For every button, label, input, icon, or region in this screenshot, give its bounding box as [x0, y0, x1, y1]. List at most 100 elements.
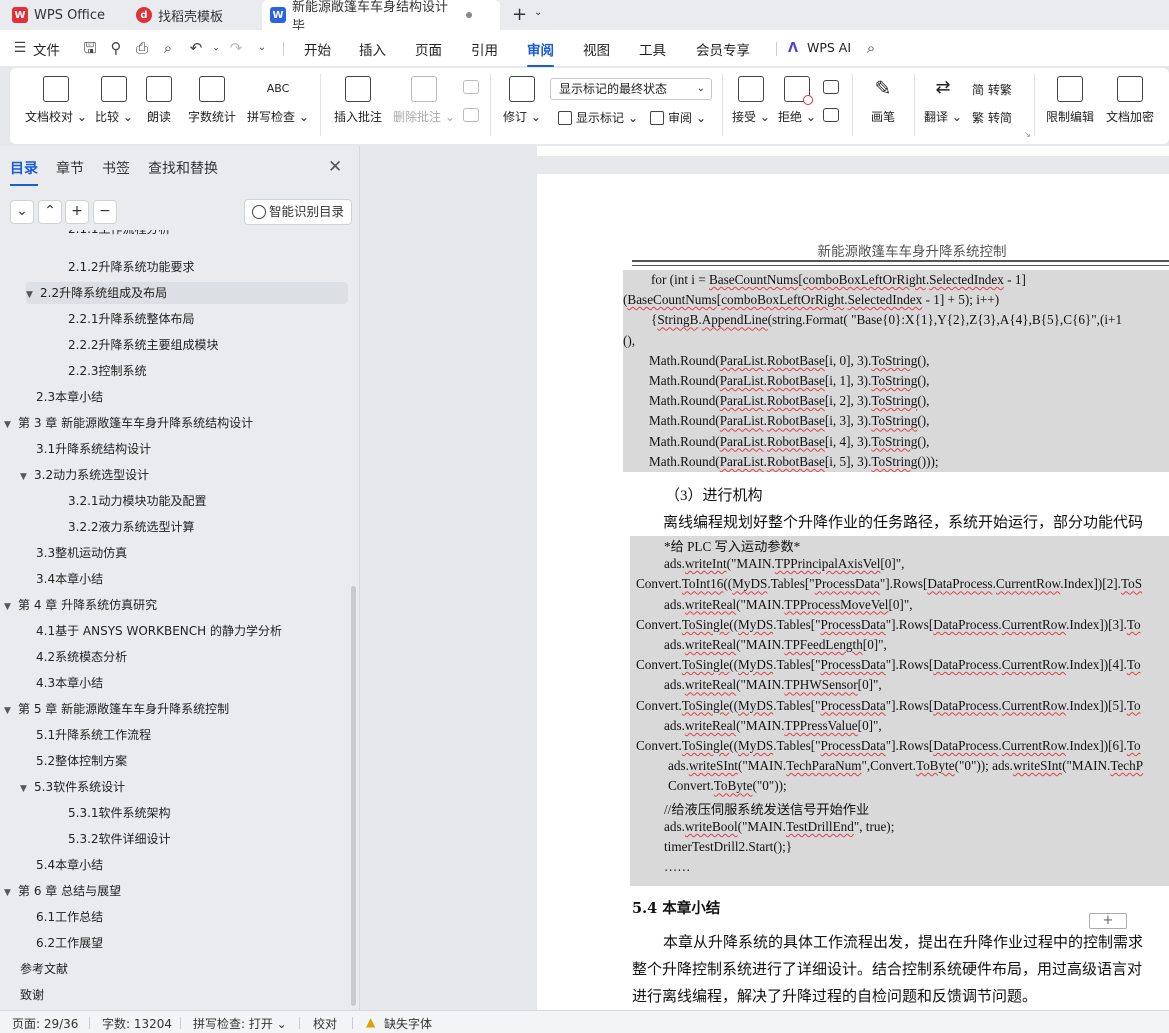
expand-arrow-icon[interactable]: ▼ — [20, 778, 34, 800]
toc-item[interactable]: 5.3.1软件系统架构 — [68, 802, 171, 824]
delete-comment-button[interactable]: 删除批注 ⌄ — [392, 76, 456, 125]
tab-template[interactable]: d 找稻壳模板 — [128, 0, 252, 30]
toc-item[interactable]: 3.3整机运动仿真 — [36, 542, 127, 564]
search-icon[interactable]: ⌕ — [861, 38, 881, 58]
code-block-1[interactable]: for (int i = BaseCountNums[comboBoxLeftO… — [623, 270, 1169, 472]
spellcheck-button[interactable]: ABC 拼写检查 ⌄ — [246, 76, 310, 125]
toc-item[interactable]: ▼ 第 4 章 升降系统仿真研究 — [4, 594, 157, 616]
accept-button[interactable]: 接受 ⌄ — [732, 76, 770, 125]
menu-tab-tools[interactable]: 工具 — [639, 39, 666, 59]
toc-item[interactable]: 3.4本章小结 — [36, 568, 103, 590]
reject-button[interactable]: 拒绝 ⌄ — [778, 76, 816, 125]
toc-item[interactable]: 3.2.2液力系统选型计算 — [68, 516, 195, 538]
smart-toc-button[interactable]: 智能识别目录 — [244, 199, 353, 225]
tab-list-chevron-icon[interactable]: ⌄ — [534, 7, 542, 18]
expand-arrow-icon[interactable]: ▼ — [4, 882, 18, 904]
tab-chapters[interactable]: 章节 — [56, 158, 84, 178]
save-icon[interactable]: 🖫 — [80, 38, 100, 58]
toc-item[interactable]: 2.2.1升降系统整体布局 — [68, 308, 195, 330]
wps-ai-button[interactable]: WPS AI — [807, 40, 851, 55]
read-aloud-button[interactable]: 朗读 — [144, 76, 174, 125]
prev-comment-button[interactable] — [462, 80, 480, 100]
pen-button[interactable]: ✎ 画笔 — [866, 76, 900, 125]
expand-arrow-icon[interactable]: ▼ — [4, 596, 18, 618]
code-block-2[interactable]: *给 PLC 写入运动参数* ads.writeInt("MAIN.TPPrinc… — [630, 536, 1169, 886]
print-icon[interactable]: ⎙ — [132, 38, 152, 58]
expand-all-button[interactable]: ⌄ — [10, 200, 34, 224]
add-row-icon[interactable]: + — [1089, 913, 1127, 929]
word-count-status[interactable]: 字数: 13204 — [102, 1015, 172, 1032]
tab-wps-office[interactable]: W WPS Office — [4, 0, 120, 30]
toc-item[interactable]: ▼ 2.2升降系统组成及布局 — [26, 282, 348, 304]
compare-button[interactable]: 比较 ⌄ — [94, 76, 134, 125]
prev-change-button[interactable] — [822, 80, 840, 100]
menu-tab-page[interactable]: 页面 — [415, 39, 442, 59]
toc-item[interactable]: 2.1.1工作流程分析 — [68, 230, 171, 240]
missing-font-status[interactable]: 缺失字体 — [384, 1015, 432, 1032]
proof-status[interactable]: 校对 — [313, 1015, 337, 1032]
remove-heading-button[interactable]: − — [93, 200, 117, 224]
toc-item[interactable]: 6.1工作总结 — [36, 906, 103, 928]
toc-item[interactable]: ▼ 3.2动力系统选型设计 — [20, 464, 149, 486]
toc-item[interactable]: 5.3.2软件详细设计 — [68, 828, 171, 850]
file-menu[interactable]: 文件 — [33, 39, 60, 59]
to-simplified-button[interactable]: 繁 转简 — [972, 109, 1012, 126]
show-markup-button[interactable]: 显示标记 ⌄ — [558, 109, 638, 126]
toc-item[interactable]: 3.2.1动力模块功能及配置 — [68, 490, 207, 512]
tab-bookmarks[interactable]: 书签 — [102, 158, 130, 178]
add-heading-button[interactable]: + — [65, 200, 89, 224]
toc-item[interactable]: 6.2工作展望 — [36, 932, 103, 954]
share-icon[interactable]: ⚲ — [106, 38, 126, 58]
tab-find-replace[interactable]: 查找和替换 — [148, 158, 218, 178]
expand-arrow-icon[interactable]: ▼ — [26, 284, 40, 306]
toc-item[interactable]: 5.1升降系统工作流程 — [36, 724, 151, 746]
to-traditional-button[interactable]: 简 转繁 — [972, 81, 1012, 98]
toc-item[interactable]: 4.1基于 ANSYS WORKBENCH 的静力学分析 — [36, 620, 282, 642]
toc-item[interactable]: 2.3本章小结 — [36, 386, 103, 408]
review-pane-button[interactable]: 审阅 ⌄ — [650, 109, 706, 126]
toc-item[interactable]: ▼ 第 3 章 新能源敞篷车车身升降系统结构设计 — [4, 412, 253, 434]
expand-arrow-icon[interactable]: ▼ — [20, 466, 34, 488]
toc-item[interactable]: 2.2.3控制系统 — [68, 360, 147, 382]
undo-dropdown-icon[interactable]: ⌄ — [206, 38, 226, 58]
redo-icon[interactable]: ↷ — [226, 38, 246, 58]
toc-item[interactable]: 4.2系统模态分析 — [36, 646, 127, 668]
new-tab-icon[interactable]: + — [512, 4, 527, 25]
word-count-button[interactable]: 字数统计 — [186, 76, 238, 125]
menu-tab-member[interactable]: 会员专享 — [696, 39, 750, 59]
collapse-all-button[interactable]: ⌃ — [38, 200, 62, 224]
page-indicator[interactable]: 页面: 29/36 — [12, 1015, 78, 1032]
toc-item[interactable]: ▼ 5.3软件系统设计 — [20, 776, 125, 798]
restrict-edit-button[interactable]: 限制编辑 — [1044, 76, 1096, 125]
more-chevron-icon[interactable]: ⌄ — [252, 38, 272, 58]
menu-tab-view[interactable]: 视图 — [583, 39, 610, 59]
track-changes-button[interactable]: 修订 ⌄ — [502, 76, 542, 125]
menu-tab-home[interactable]: 开始 — [304, 39, 331, 59]
toc-item[interactable]: 参考文献 — [20, 958, 68, 980]
toc-item[interactable]: 3.1升降系统结构设计 — [36, 438, 151, 460]
undo-icon[interactable]: ↶ — [186, 38, 206, 58]
toc-item[interactable]: ▼ 第 6 章 总结与展望 — [4, 880, 121, 902]
toc-item[interactable]: 2.2.2升降系统主要组成模块 — [68, 334, 219, 356]
next-comment-button[interactable] — [462, 108, 480, 128]
toc-item[interactable]: 5.2整体控制方案 — [36, 750, 127, 772]
toc-scrollbar[interactable] — [351, 586, 356, 1006]
menu-tab-insert[interactable]: 插入 — [359, 39, 386, 59]
expand-arrow-icon[interactable]: ▼ — [4, 414, 18, 436]
expand-arrow-icon[interactable]: ▼ — [4, 700, 18, 722]
toc-item[interactable]: 4.3本章小结 — [36, 672, 103, 694]
print-preview-icon[interactable]: ⌕ — [158, 38, 178, 58]
toc-item[interactable]: 致谢 — [20, 984, 44, 1006]
dialog-launcher-icon[interactable]: ↘ — [1024, 130, 1031, 139]
menu-tab-review[interactable]: 审阅 — [527, 39, 554, 67]
toc-item[interactable]: ▼ 第 5 章 新能源敞篷车车身升降系统控制 — [4, 698, 229, 720]
close-icon[interactable]: ✕ — [328, 157, 342, 177]
tab-toc[interactable]: 目录 — [10, 158, 38, 186]
proofread-button[interactable]: 文档校对 ⌄ — [24, 76, 88, 125]
encrypt-button[interactable]: 文档加密 — [1104, 76, 1156, 125]
hamburger-icon[interactable]: ☰ — [10, 38, 30, 58]
next-change-button[interactable] — [822, 108, 840, 128]
translate-button[interactable]: ⇄ 翻译 ⌄ — [924, 76, 962, 125]
toc-item[interactable]: 5.4本章小结 — [36, 854, 103, 876]
spellcheck-status[interactable]: 拼写检查: 打开 ⌄ — [193, 1015, 287, 1032]
